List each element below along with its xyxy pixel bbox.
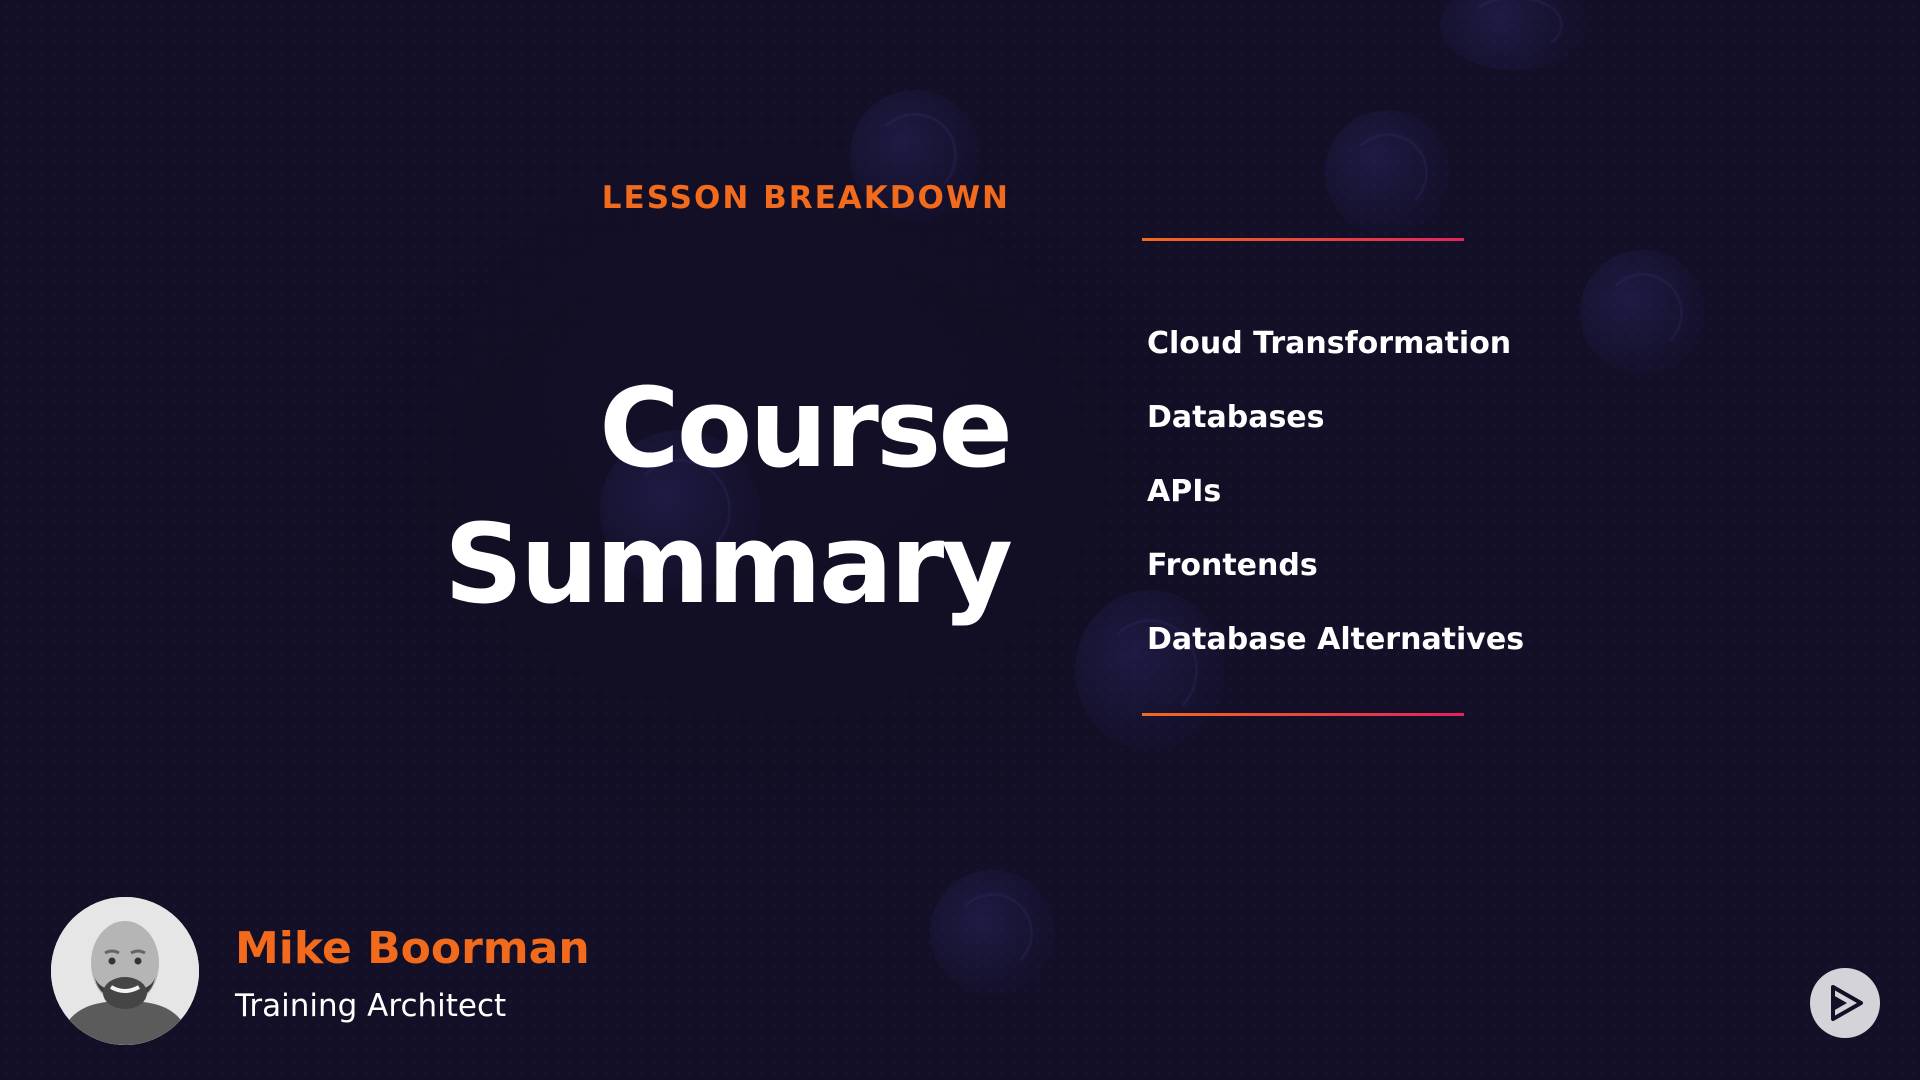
divider-top [1142,238,1464,241]
lesson-breakdown-label: LESSON BREAKDOWN [601,180,1010,216]
decorative-orb [1580,250,1705,375]
play-button[interactable] [1810,968,1880,1038]
play-icon [1831,985,1863,1021]
topic-item: Databases [1147,400,1325,435]
divider-bottom [1142,713,1464,716]
presenter-photo-icon [51,897,199,1045]
avatar [51,897,199,1045]
topic-list: Cloud Transformation Databases APIs Fron… [1147,307,1524,677]
presenter-role: Training Architect [235,988,507,1024]
topic-item: Cloud Transformation [1147,326,1512,361]
topic-item: Database Alternatives [1147,622,1525,657]
topic-item: APIs [1147,474,1222,509]
topic-item: Frontends [1147,548,1318,583]
slide-title-line-1: Course [599,364,1013,492]
slide-title-line-2: Summary [444,500,1013,628]
decorative-orb [1325,110,1450,235]
presenter-name: Mike Boorman [235,923,590,974]
decorative-orb [930,870,1055,995]
slide-title: Course Summary [444,360,1013,632]
slide-stage: LESSON BREAKDOWN Course Summary Cloud Tr… [0,0,1920,1080]
